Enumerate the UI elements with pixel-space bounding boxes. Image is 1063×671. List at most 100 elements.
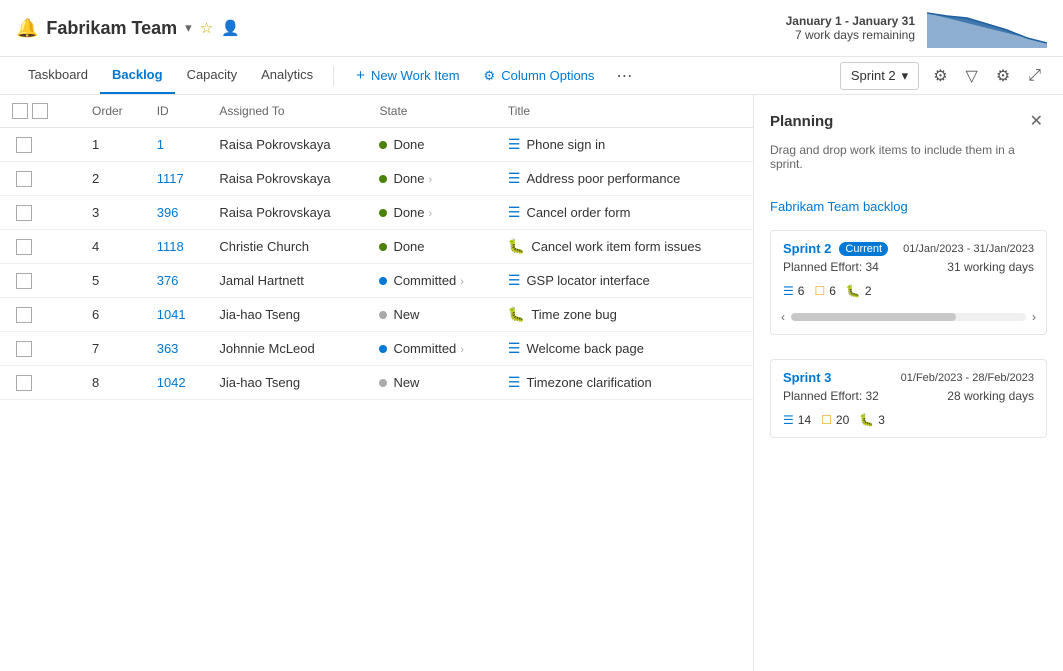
cell-order: 1 xyxy=(80,128,145,162)
bug-stat-icon: 🐛 xyxy=(859,413,874,427)
working-days: 31 working days xyxy=(947,260,1034,274)
sprint-dropdown-label: Sprint 2 xyxy=(851,68,896,83)
state-label: New xyxy=(393,307,419,322)
cell-assigned: Johnnie McLeod xyxy=(207,332,367,366)
filter-settings-icon[interactable]: ⚙ xyxy=(927,62,953,90)
backlog-table: Order ID Assigned To State Title 11Raisa… xyxy=(0,95,753,400)
table-row: 21117Raisa PokrovskayaDone›☰Address poor… xyxy=(0,162,753,196)
cell-title: ☰Cancel order form xyxy=(496,196,753,230)
sprint-scrollbar xyxy=(791,313,1026,321)
tab-capacity[interactable]: Capacity xyxy=(175,57,250,94)
cell-state: Done xyxy=(367,128,495,162)
row-checkbox[interactable] xyxy=(16,273,32,289)
row-checkbox[interactable] xyxy=(16,307,32,323)
bug-icon: 🐛 xyxy=(508,306,525,322)
sprint-stats: ☰ 14 ☐ 20 🐛 3 xyxy=(771,407,1046,437)
sprint-dates: 01/Jan/2023 - 31/Jan/2023 xyxy=(903,243,1034,255)
cell-order: 5 xyxy=(80,264,145,298)
cell-id: 1041 xyxy=(145,298,208,332)
fabrikam-backlog-link[interactable]: Fabrikam Team backlog xyxy=(754,191,1063,222)
current-badge: Current xyxy=(839,242,888,256)
state-dot-icon xyxy=(379,379,387,387)
story-stat-count: 6 xyxy=(798,284,805,298)
table-row: 3396Raisa PokrovskayaDone›☰Cancel order … xyxy=(0,196,753,230)
cell-order: 3 xyxy=(80,196,145,230)
favorite-icon[interactable]: ☆ xyxy=(200,19,213,37)
work-item-id-link[interactable]: 396 xyxy=(157,205,179,220)
row-checkbox[interactable] xyxy=(16,205,32,221)
state-label: Committed xyxy=(393,341,456,356)
header-right: January 1 - January 31 7 work days remai… xyxy=(786,8,1047,48)
row-checkbox[interactable] xyxy=(16,137,32,153)
nav-bar: Taskboard Backlog Capacity Analytics + N… xyxy=(0,57,1063,95)
row-checkbox[interactable] xyxy=(16,239,32,255)
table-row: 81042Jia-hao TsengNew☰Timezone clarifica… xyxy=(0,366,753,400)
title-text: Time zone bug xyxy=(531,307,617,322)
cell-state: Committed› xyxy=(367,332,495,366)
cell-state: New xyxy=(367,366,495,400)
work-item-id-link[interactable]: 1117 xyxy=(157,171,184,186)
date-range: January 1 - January 31 xyxy=(786,14,915,28)
working-days: 28 working days xyxy=(947,389,1034,403)
story-stat-icon: ☰ xyxy=(783,413,794,427)
state-chevron-icon: › xyxy=(460,276,464,288)
sprint-stats: ☰ 6 ☐ 6 🐛 2 xyxy=(771,278,1046,308)
toolbar-icons: ⚙ ▽ ⚙ ⤢ xyxy=(927,62,1047,90)
backlog-area: Order ID Assigned To State Title 11Raisa… xyxy=(0,95,753,671)
tab-taskboard[interactable]: Taskboard xyxy=(16,57,100,94)
cell-title: ☰Timezone clarification xyxy=(496,366,753,400)
cell-title: ☰Address poor performance xyxy=(496,162,753,196)
team-members-icon[interactable]: 👤 xyxy=(221,19,240,37)
column-options-label: Column Options xyxy=(501,68,594,83)
cell-id: 396 xyxy=(145,196,208,230)
planning-close-button[interactable]: ✕ xyxy=(1026,107,1047,135)
scroll-right-arrow[interactable]: › xyxy=(1030,308,1038,326)
work-item-id-link[interactable]: 1 xyxy=(157,137,164,152)
row-checkbox[interactable] xyxy=(16,375,32,391)
work-item-id-link[interactable]: 1041 xyxy=(157,307,186,322)
new-work-item-button[interactable]: + New Work Item xyxy=(346,62,469,89)
work-item-id-link[interactable]: 376 xyxy=(157,273,179,288)
row-checkbox[interactable] xyxy=(16,171,32,187)
task-stat-count: 6 xyxy=(829,284,836,298)
settings-icon[interactable]: ⚙ xyxy=(990,62,1016,90)
sprint-name[interactable]: Sprint 2 xyxy=(783,241,831,256)
team-chevron-icon[interactable]: ▾ xyxy=(185,20,192,36)
state-dot-icon xyxy=(379,311,387,319)
sprint-dropdown[interactable]: Sprint 2 ▾ xyxy=(840,62,919,90)
story-icon: ☰ xyxy=(508,170,521,186)
work-item-id-link[interactable]: 1042 xyxy=(157,375,186,390)
th-order: Order xyxy=(80,95,145,128)
header: 🔔 Fabrikam Team ▾ ☆ 👤 January 1 - Januar… xyxy=(0,0,1063,57)
planning-body: Fabrikam Team backlog Sprint 2 Current 0… xyxy=(754,183,1063,671)
filter-icon[interactable]: ▽ xyxy=(960,62,984,90)
sprint-scrollbar-thumb xyxy=(791,313,956,321)
cell-order: 2 xyxy=(80,162,145,196)
tab-analytics[interactable]: Analytics xyxy=(249,57,325,94)
work-item-id-link[interactable]: 363 xyxy=(157,341,179,356)
story-icon: ☰ xyxy=(508,272,521,288)
expand-all-checkbox[interactable] xyxy=(32,103,48,119)
th-title: Title xyxy=(496,95,753,128)
row-checkbox[interactable] xyxy=(16,341,32,357)
column-options-button[interactable]: ⚙ Column Options xyxy=(474,63,605,89)
scroll-left-arrow[interactable]: ‹ xyxy=(779,308,787,326)
expand-icon[interactable]: ⤢ xyxy=(1022,62,1047,90)
bug-stat-count: 2 xyxy=(865,284,872,298)
th-state: State xyxy=(367,95,495,128)
story-icon: ☰ xyxy=(508,136,521,152)
work-item-id-link[interactable]: 1118 xyxy=(157,239,184,254)
select-all-checkbox[interactable] xyxy=(12,103,28,119)
cell-id: 1042 xyxy=(145,366,208,400)
title-text: Phone sign in xyxy=(526,137,605,152)
planned-effort: Planned Effort: 32 xyxy=(783,389,879,403)
tab-backlog[interactable]: Backlog xyxy=(100,57,175,94)
sprint-name[interactable]: Sprint 3 xyxy=(783,370,831,385)
state-label: New xyxy=(393,375,419,390)
more-options-button[interactable]: ⋯ xyxy=(608,62,640,90)
cell-state: Done› xyxy=(367,196,495,230)
cell-title: ☰Welcome back page xyxy=(496,332,753,366)
sprint-effort: Planned Effort: 32 28 working days xyxy=(783,389,1034,403)
task-stat-count: 20 xyxy=(836,413,849,427)
burndown-chart xyxy=(927,8,1047,48)
